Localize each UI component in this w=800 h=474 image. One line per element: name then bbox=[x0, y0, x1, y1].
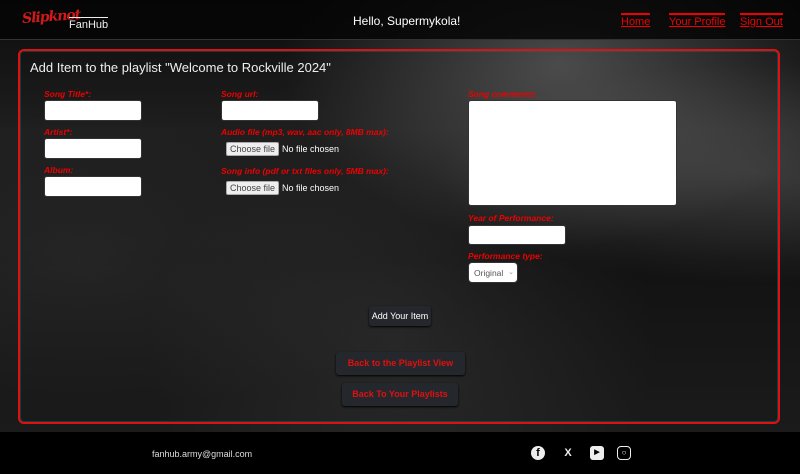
greeting: Hello, Supermykola! bbox=[353, 14, 461, 28]
x-icon[interactable]: X bbox=[561, 446, 575, 460]
song-title-label: Song Title*: bbox=[44, 89, 92, 99]
choose-file-button[interactable]: Choose file bbox=[226, 181, 280, 195]
year-input[interactable] bbox=[468, 225, 566, 245]
nav-sign-out[interactable]: Sign Out bbox=[740, 13, 783, 28]
chevron-down-icon: ⌄ bbox=[508, 269, 514, 276]
youtube-icon[interactable]: ▶ bbox=[590, 446, 604, 460]
album-label: Album: bbox=[44, 165, 74, 175]
audio-file-input[interactable]: Choose file No file chosen bbox=[226, 142, 339, 156]
year-label: Year of Performance: bbox=[468, 213, 554, 223]
album-input[interactable] bbox=[44, 176, 142, 197]
footer bbox=[0, 432, 800, 474]
choose-file-button[interactable]: Choose file bbox=[226, 142, 280, 156]
performance-type-label: Performance type: bbox=[468, 251, 543, 261]
instagram-icon[interactable]: ○ bbox=[617, 446, 631, 460]
footer-email[interactable]: fanhub.army@gmail.com bbox=[152, 449, 252, 459]
song-url-label: Song url: bbox=[221, 89, 259, 99]
comments-label: Song comments: bbox=[468, 89, 537, 99]
file-status: No file chosen bbox=[282, 144, 340, 154]
comments-textarea[interactable] bbox=[468, 100, 677, 206]
page-title: Add Item to the playlist "Welcome to Roc… bbox=[30, 60, 331, 75]
back-to-playlist-view-button[interactable]: Back to the Playlist View bbox=[336, 352, 465, 375]
nav-home[interactable]: Home bbox=[621, 13, 651, 28]
song-info-file-input[interactable]: Choose file No file chosen bbox=[226, 181, 339, 195]
artist-label: Artist*: bbox=[44, 127, 73, 137]
logo-subtitle: FanHub bbox=[69, 17, 109, 31]
file-status: No file chosen bbox=[282, 183, 340, 193]
back-to-playlists-button[interactable]: Back To Your Playlists bbox=[342, 383, 458, 406]
artist-input[interactable] bbox=[44, 138, 142, 159]
audio-file-label: Audio file (mp3, wav, aac only, 8MB max)… bbox=[221, 127, 389, 137]
selected-value: Original bbox=[474, 268, 504, 278]
performance-type-select[interactable]: Original ⌄ bbox=[468, 262, 518, 283]
song-info-label: Song info (pdf or txt files only, 5MB ma… bbox=[221, 166, 389, 176]
song-title-input[interactable] bbox=[44, 100, 142, 121]
header: Slipknot FanHub Hello, Supermykola! Home… bbox=[0, 0, 800, 40]
facebook-icon[interactable]: f bbox=[531, 446, 545, 460]
add-item-button[interactable]: Add Your Item bbox=[369, 306, 431, 326]
song-url-input[interactable] bbox=[221, 100, 319, 121]
nav-profile[interactable]: Your Profile bbox=[669, 13, 726, 28]
